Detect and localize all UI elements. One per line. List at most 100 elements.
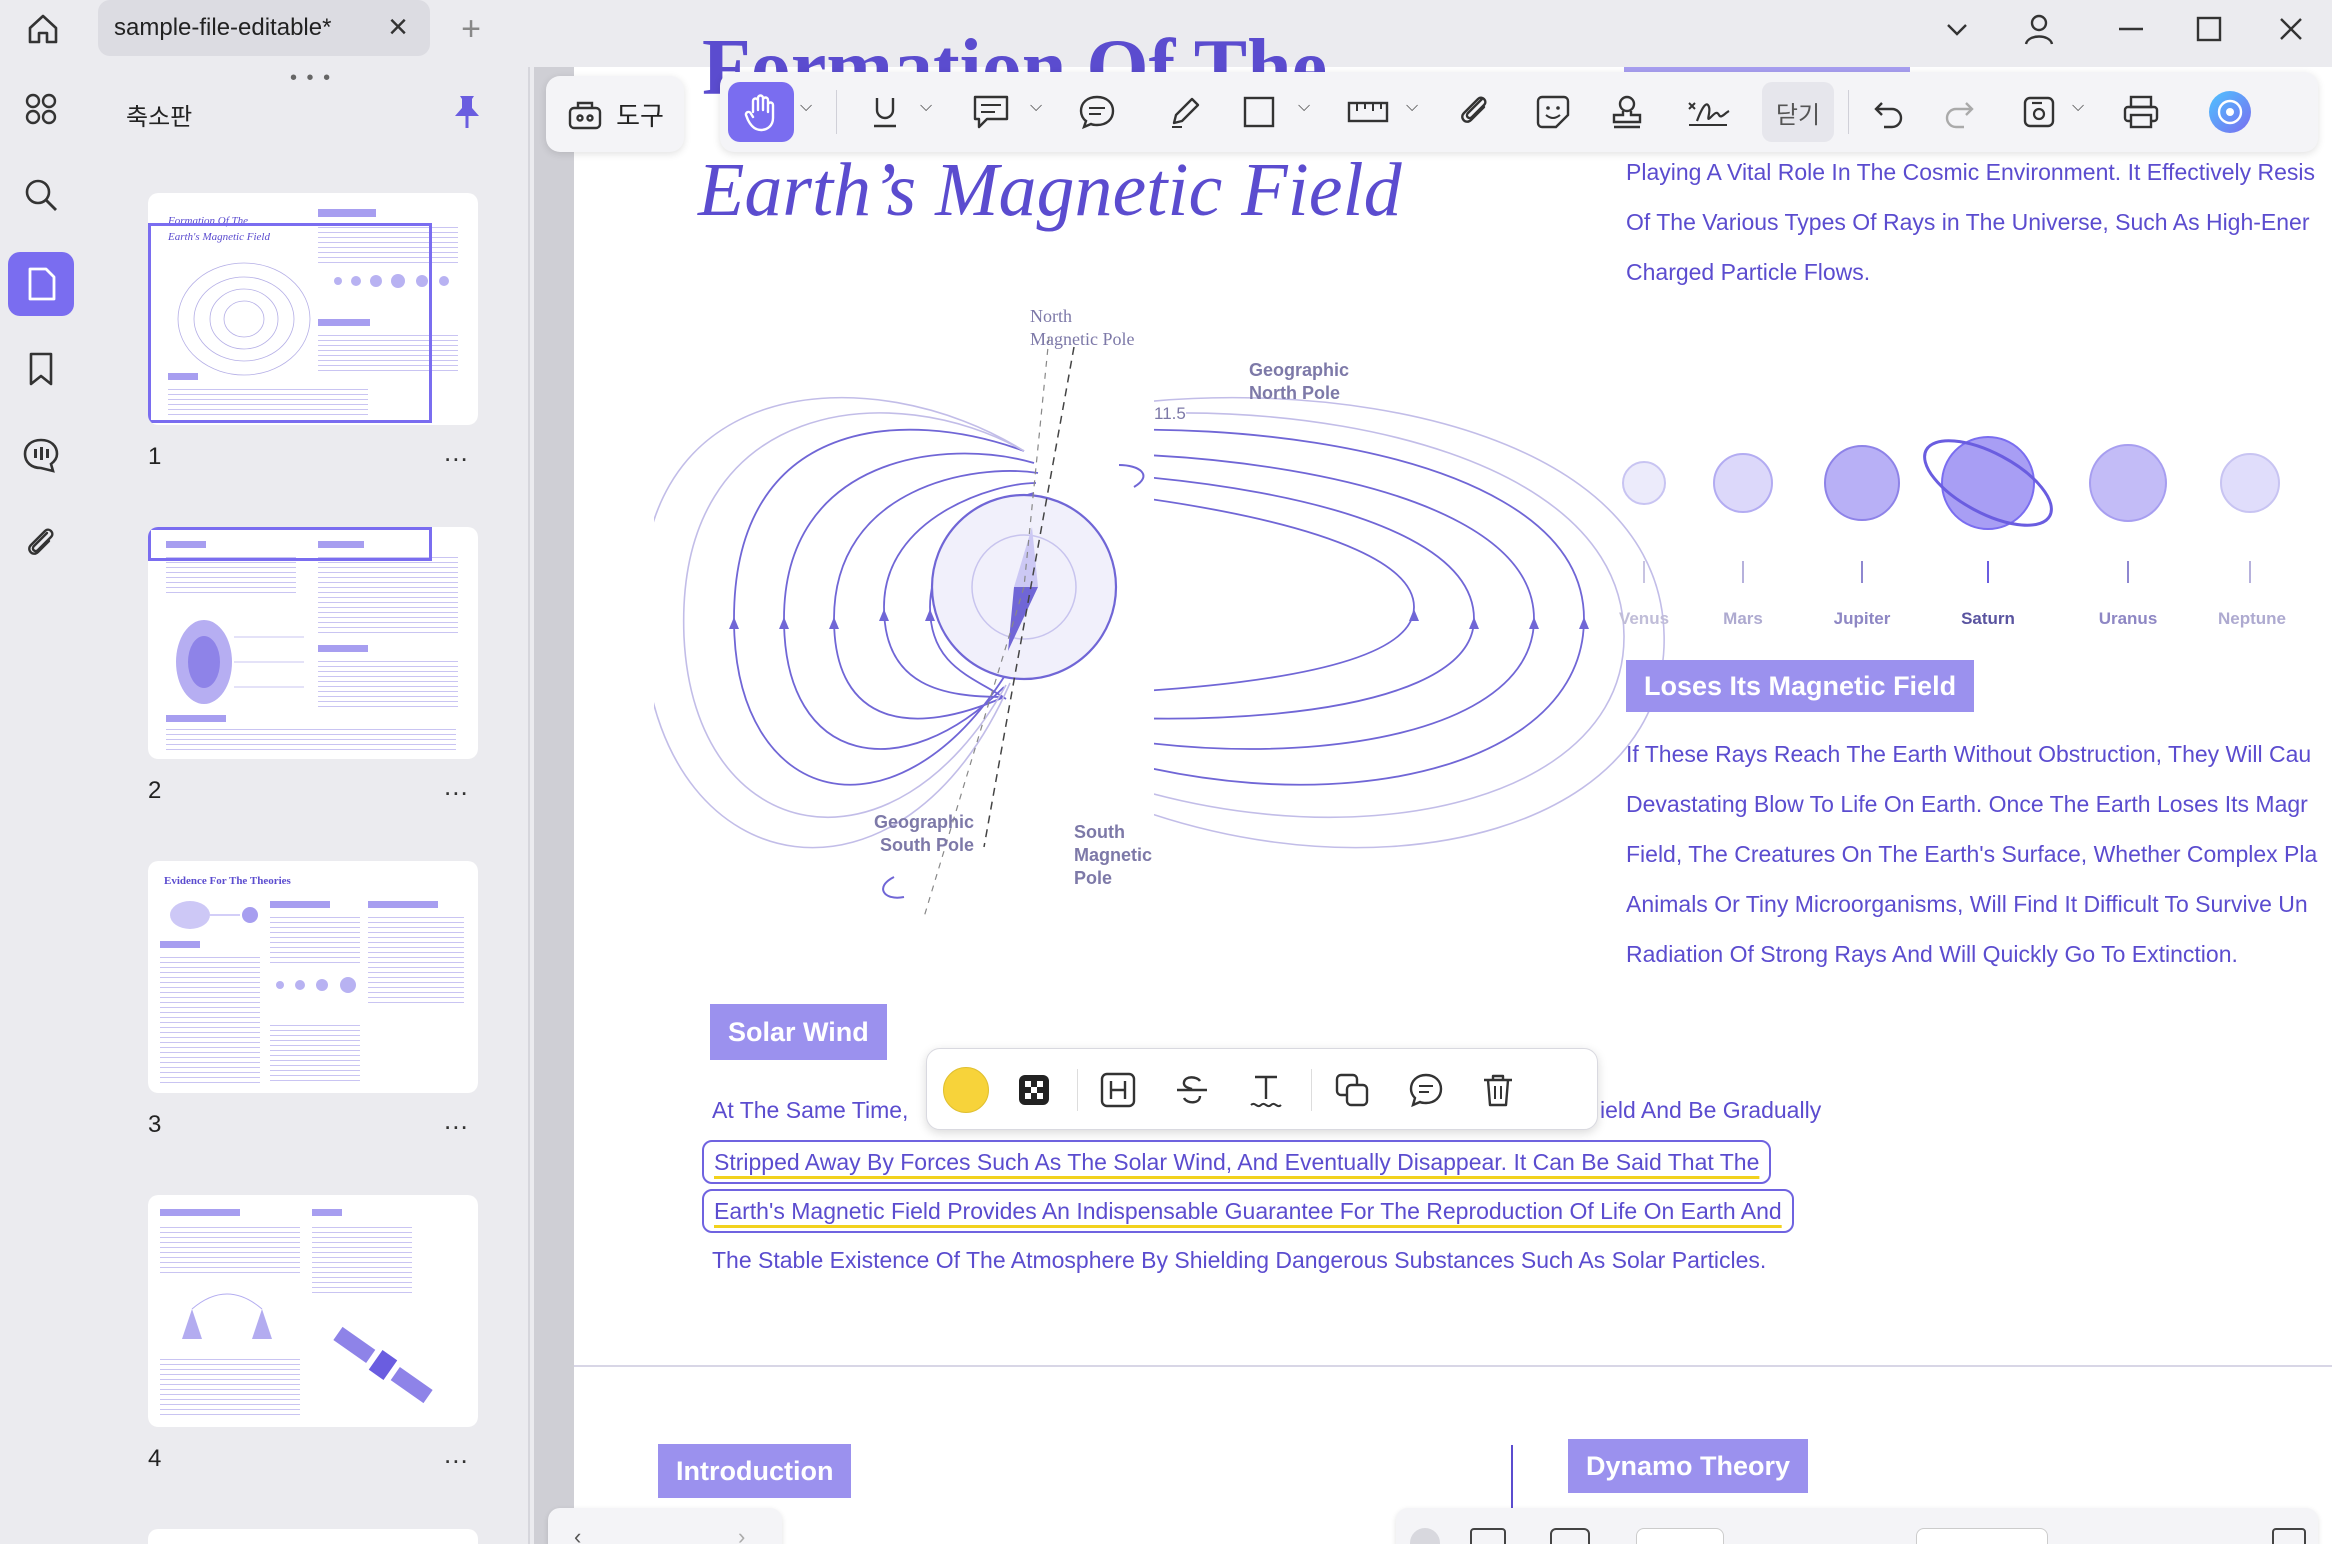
pencil-icon[interactable] <box>1160 82 1210 142</box>
paragraph-line: Devastating Blow To Life On Earth. Once … <box>1626 791 2308 817</box>
delete-icon[interactable] <box>1473 1065 1523 1115</box>
annotation-toolbar: ⌵ ⌵ ⌵ ⌵ ⌵ 닫기 ⌵ <box>720 72 2318 152</box>
undo-icon[interactable] <box>1866 82 1912 142</box>
pin-icon[interactable] <box>452 93 482 138</box>
column-divider <box>1511 1445 1513 1515</box>
underline-type-icon[interactable] <box>1241 1065 1291 1115</box>
fit-page-icon[interactable] <box>2272 1528 2306 1544</box>
text-comment-icon[interactable] <box>1072 82 1122 142</box>
page-thumbnail-5-partial[interactable] <box>148 1529 478 1544</box>
page-number-input[interactable] <box>1636 1528 1724 1544</box>
bookmark-icon[interactable] <box>8 337 74 401</box>
tools-button[interactable]: 도구 <box>546 76 684 152</box>
page-4-more-icon[interactable]: ... <box>444 1439 469 1470</box>
paragraph-line: Field, The Creatures On The Earth's Surf… <box>1626 841 2318 867</box>
page-number-4: 4 <box>148 1445 162 1472</box>
strikethrough-icon[interactable] <box>1167 1065 1217 1115</box>
chevron-left-icon[interactable]: ‹ <box>574 1524 581 1544</box>
add-comment-icon[interactable] <box>1401 1065 1451 1115</box>
paragraph-line: Animals Or Tiny Microorganisms, Will Fin… <box>1626 891 2308 917</box>
color-yellow-swatch[interactable] <box>941 1065 991 1115</box>
underline-icon[interactable] <box>862 82 908 142</box>
measure-caret-icon[interactable]: ⌵ <box>1406 98 1418 116</box>
magnetic-field-diagram-right <box>1154 396 1665 849</box>
page-thumbnail-3[interactable]: Evidence For The Theories <box>148 861 478 1093</box>
ai-assistant-icon[interactable] <box>2200 82 2260 142</box>
signature-icon[interactable] <box>1680 82 1736 142</box>
new-tab-icon[interactable]: + <box>448 6 494 52</box>
south-magnetic-pole-label: South Magnetic Pole <box>1074 822 1153 888</box>
tools-label: 도구 <box>616 100 664 131</box>
save-caret-icon[interactable]: ⌵ <box>2072 98 2084 116</box>
zoom-input[interactable] <box>1916 1528 2048 1544</box>
viewport-frame <box>148 223 432 423</box>
redo-icon[interactable] <box>1936 82 1982 142</box>
comment-icon[interactable] <box>8 423 74 487</box>
section-label-dynamo-theory: Dynamo Theory <box>1568 1439 1809 1493</box>
viewport-frame-2 <box>148 527 432 561</box>
page-thumbnail-1[interactable]: Formation Of The Earth's Magnetic Field <box>148 193 478 425</box>
paragraph-line: Playing A Vital Role In The Cosmic Envir… <box>1626 159 2316 185</box>
page-divider <box>574 1365 2332 1367</box>
opacity-icon[interactable] <box>1009 1065 1059 1115</box>
underline-caret-icon[interactable]: ⌵ <box>920 98 932 116</box>
planet-label-jupiter: Jupiter <box>1833 609 1891 628</box>
thumbnails-icon[interactable] <box>8 252 74 316</box>
rectangle-icon[interactable] <box>1234 82 1284 142</box>
home-icon[interactable] <box>20 6 66 52</box>
planets-illustration <box>1622 436 2280 583</box>
page-navigation-bar: ‹ › <box>548 1508 782 1544</box>
view-mode-icon[interactable] <box>1550 1528 1590 1544</box>
section-label-introduction: Introduction <box>658 1444 852 1498</box>
chevron-right-icon[interactable]: › <box>738 1524 745 1544</box>
document-tab[interactable]: sample-file-editable* × <box>98 0 430 56</box>
attach-file-icon[interactable] <box>1450 82 1500 142</box>
search-icon[interactable] <box>8 163 74 227</box>
collapse-icon[interactable] <box>1410 1528 1440 1544</box>
highlight-annotation[interactable]: Earth's Magnetic Field Provides An Indis… <box>702 1189 1794 1233</box>
apps-grid-icon[interactable] <box>8 77 74 141</box>
print-icon[interactable] <box>2114 82 2168 142</box>
planet-label-venus: Venus <box>1618 609 1670 628</box>
note-caret-icon[interactable]: ⌵ <box>1030 98 1042 116</box>
panel-resize-handle[interactable]: • • • <box>290 67 332 90</box>
pdf-page: Formation Of The Earth’s Magnetic Field … <box>574 24 2332 1544</box>
thumb-heading-3: Evidence For The Theories <box>164 875 291 887</box>
close-window-icon[interactable] <box>2268 6 2314 52</box>
close-toolbar-button[interactable]: 닫기 <box>1762 82 1834 142</box>
maximize-icon[interactable] <box>2186 6 2232 52</box>
view-status-bar <box>1396 1508 2318 1544</box>
measure-icon[interactable] <box>1340 82 1396 142</box>
highlight-type-icon[interactable] <box>1093 1065 1143 1115</box>
planet-label-neptune: Neptune <box>2218 609 2286 628</box>
note-comment-icon[interactable] <box>966 82 1016 142</box>
section-label-loses-magnetic-field: Loses Its Magnetic Field <box>1626 660 1975 712</box>
chevron-down-icon[interactable] <box>1934 6 1980 52</box>
minimize-icon[interactable] <box>2108 6 2154 52</box>
planet-label-uranus: Uranus <box>2098 609 2158 628</box>
attachment-icon[interactable] <box>8 511 74 575</box>
paragraph-line: If These Rays Reach The Earth Without Ob… <box>1626 741 2312 767</box>
page-3-more-icon[interactable]: ... <box>444 1105 469 1136</box>
stamp-icon[interactable] <box>1602 82 1652 142</box>
page-thumbnail-4[interactable] <box>148 1195 478 1427</box>
sticker-icon[interactable] <box>1528 82 1578 142</box>
shape-caret-icon[interactable]: ⌵ <box>1298 98 1310 116</box>
highlight-annotation[interactable]: Stripped Away By Forces Such As The Sola… <box>702 1140 1772 1184</box>
close-tab-icon[interactable]: × <box>388 8 408 47</box>
page-2-more-icon[interactable]: ... <box>444 771 469 802</box>
hand-tool-icon[interactable] <box>728 82 794 142</box>
paragraph-line: Of The Various Types Of Rays in The Univ… <box>1626 209 2310 235</box>
save-icon[interactable] <box>2014 82 2064 142</box>
copy-icon[interactable] <box>1327 1065 1377 1115</box>
page-1-more-icon[interactable]: ... <box>444 437 469 468</box>
paragraph-line: Radiation Of Strong Rays And Will Quickl… <box>1626 941 2238 967</box>
page-number-2: 2 <box>148 777 162 804</box>
panel-title: 축소판 <box>126 104 193 131</box>
page-layout-icon[interactable] <box>1470 1528 1506 1544</box>
hand-tool-caret-icon[interactable]: ⌵ <box>800 98 812 116</box>
satellite-thumb-icon <box>333 1326 433 1404</box>
toolbox-icon <box>568 101 602 130</box>
user-icon[interactable] <box>2014 4 2064 54</box>
page-thumbnail-2[interactable] <box>148 527 478 759</box>
